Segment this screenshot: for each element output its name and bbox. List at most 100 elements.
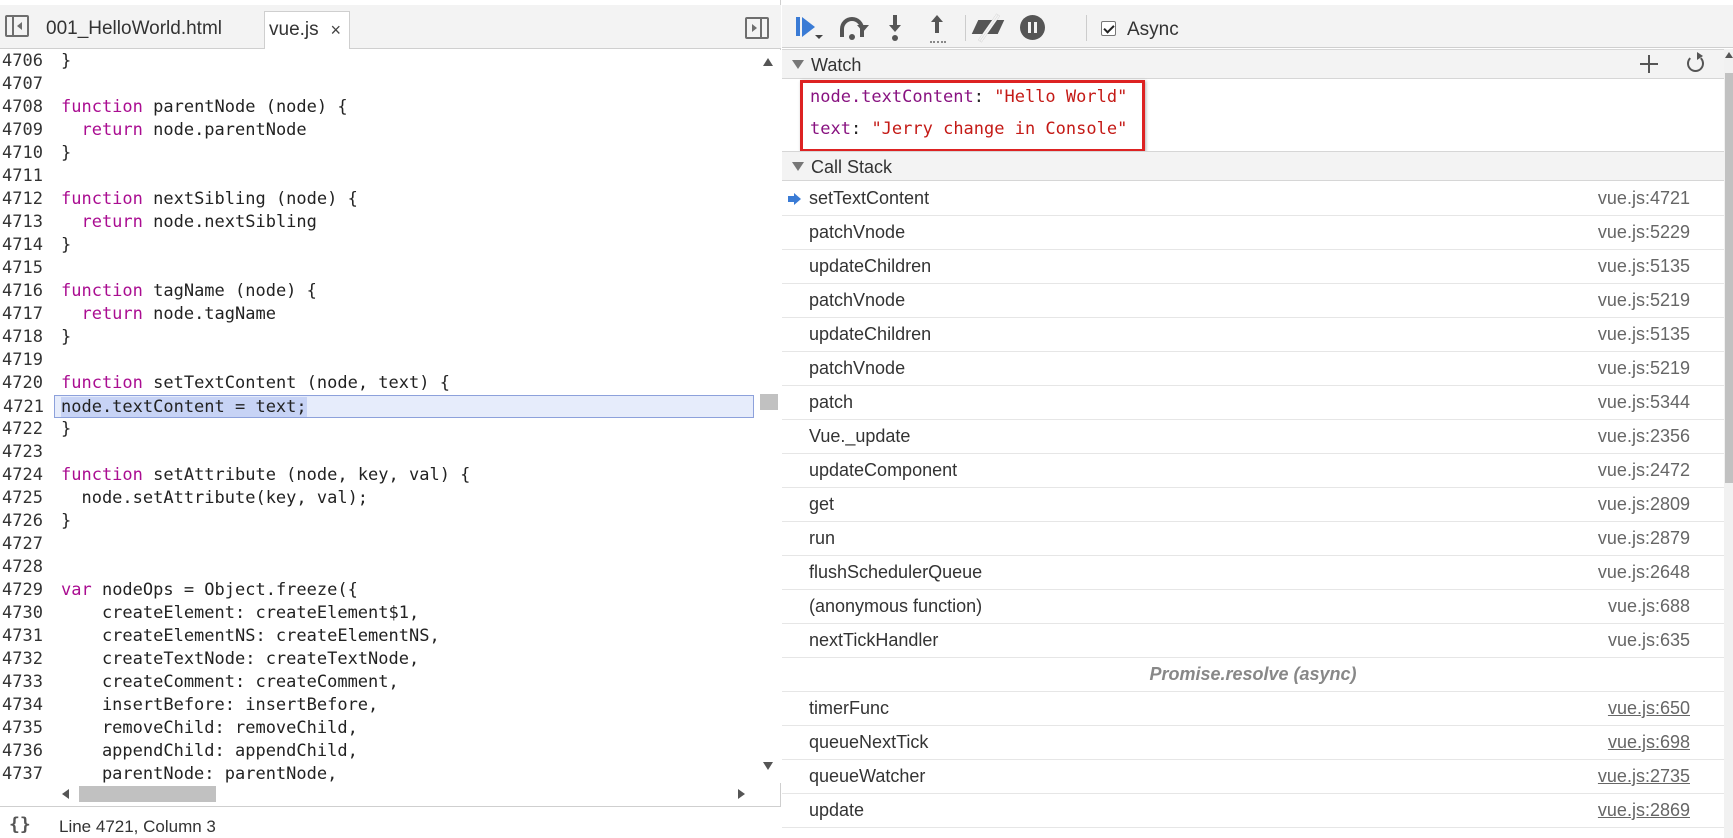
line-number[interactable]: 4737 bbox=[2, 763, 50, 783]
code-line[interactable]: 4712 function nextSibling (node) { bbox=[0, 188, 755, 211]
tab-001-helloworld[interactable]: 001_HelloWorld.html bbox=[46, 11, 222, 49]
frame-location-link[interactable]: vue.js:5219 bbox=[1598, 358, 1690, 379]
code-line[interactable]: 4730 createElement: createElement$1, bbox=[0, 602, 755, 625]
call-frame[interactable]: get vue.js:2809 bbox=[782, 488, 1724, 522]
call-frame[interactable]: flushSchedulerQueue vue.js:2648 bbox=[782, 556, 1724, 590]
line-number[interactable]: 4733 bbox=[2, 671, 50, 694]
line-number[interactable]: 4709 bbox=[2, 119, 50, 142]
step-into-button[interactable] bbox=[880, 13, 910, 43]
vertical-scrollbar[interactable] bbox=[755, 50, 781, 783]
code-line[interactable]: 4715 bbox=[0, 257, 755, 280]
line-number[interactable]: 4734 bbox=[2, 694, 50, 717]
line-number[interactable]: 4711 bbox=[2, 165, 50, 188]
frame-location-link[interactable]: vue.js:2356 bbox=[1598, 426, 1690, 447]
line-number[interactable]: 4726 bbox=[2, 510, 50, 533]
line-number[interactable]: 4732 bbox=[2, 648, 50, 671]
code-line[interactable]: 4733 createComment: createComment, bbox=[0, 671, 755, 694]
scroll-thumb[interactable] bbox=[1725, 73, 1733, 483]
pretty-print-button[interactable]: {} bbox=[9, 814, 31, 835]
scroll-right-icon[interactable] bbox=[738, 789, 745, 799]
code-line[interactable]: 4732 createTextNode: createTextNode, bbox=[0, 648, 755, 671]
frame-location-link[interactable]: vue.js:5219 bbox=[1598, 290, 1690, 311]
code-line[interactable]: 4734 insertBefore: insertBefore, bbox=[0, 694, 755, 717]
call-frame[interactable]: (anonymous function) vue.js:688 bbox=[782, 590, 1724, 624]
call-frame[interactable]: setTextContent vue.js:4721 bbox=[782, 182, 1724, 216]
code-line[interactable]: 4728 bbox=[0, 556, 755, 579]
line-number[interactable]: 4724 bbox=[2, 464, 50, 487]
add-watch-icon[interactable] bbox=[1640, 54, 1660, 74]
line-number[interactable]: 4735 bbox=[2, 717, 50, 740]
code-line[interactable]: 4711 bbox=[0, 165, 755, 188]
call-frame[interactable]: Vue._update vue.js:2356 bbox=[782, 420, 1724, 454]
line-number[interactable]: 4730 bbox=[2, 602, 50, 625]
tab-vue-js[interactable]: vue.js × bbox=[264, 11, 350, 49]
watch-expression[interactable]: text: "Jerry change in Console" bbox=[810, 118, 1127, 141]
pause-on-exceptions-button[interactable] bbox=[1018, 13, 1048, 43]
call-frame[interactable]: patchVnode vue.js:5219 bbox=[782, 352, 1724, 386]
code-line[interactable]: 4735 removeChild: removeChild, bbox=[0, 717, 755, 740]
call-frame[interactable]: queueWatcher vue.js:2735 bbox=[782, 760, 1724, 794]
toggle-debugger-icon[interactable] bbox=[745, 17, 769, 39]
call-frame[interactable]: queueNextTick vue.js:698 bbox=[782, 726, 1724, 760]
line-number[interactable]: 4707 bbox=[2, 73, 50, 96]
call-stack-section-header[interactable]: Call Stack bbox=[782, 151, 1724, 181]
code-line-current[interactable]: 4721 node.textContent = text; bbox=[3, 395, 754, 418]
frame-location-link[interactable]: vue.js:2472 bbox=[1598, 460, 1690, 481]
code-line[interactable]: 4736 appendChild: appendChild, bbox=[0, 740, 755, 763]
frame-location-link[interactable]: vue.js:635 bbox=[1608, 630, 1690, 651]
code-line[interactable]: 4722} bbox=[0, 418, 755, 441]
line-number[interactable]: 4718 bbox=[2, 326, 50, 349]
code-line[interactable]: 4725 node.setAttribute(key, val); bbox=[0, 487, 755, 510]
line-number[interactable]: 4722 bbox=[2, 418, 50, 441]
frame-location-link[interactable]: vue.js:5229 bbox=[1598, 222, 1690, 243]
line-number[interactable]: 4728 bbox=[2, 556, 50, 579]
code-line[interactable]: 4713 return node.nextSibling bbox=[0, 211, 755, 234]
call-frame[interactable]: timerFunc vue.js:650 bbox=[782, 692, 1724, 726]
call-frame[interactable]: updateComponent vue.js:2472 bbox=[782, 454, 1724, 488]
frame-location-link[interactable]: vue.js:5135 bbox=[1598, 324, 1690, 345]
code-line[interactable]: 4716 function tagName (node) { bbox=[0, 280, 755, 303]
code-line[interactable]: 4723 bbox=[0, 441, 755, 464]
code-line[interactable]: 4706} bbox=[0, 50, 755, 73]
line-number[interactable]: 4708 bbox=[2, 96, 50, 119]
line-number[interactable]: 4731 bbox=[2, 625, 50, 648]
line-number[interactable]: 4719 bbox=[2, 349, 50, 372]
toggle-navigator-icon[interactable] bbox=[5, 15, 29, 37]
code-line[interactable]: 4726} bbox=[0, 510, 755, 533]
code-line[interactable]: 4720 function setTextContent (node, text)… bbox=[0, 372, 755, 395]
call-frame[interactable]: nextTickHandler vue.js:635 bbox=[782, 624, 1724, 658]
code-line[interactable]: 4737 parentNode: parentNode, bbox=[0, 763, 755, 783]
line-number[interactable]: 4736 bbox=[2, 740, 50, 763]
call-frame[interactable]: run vue.js:2879 bbox=[782, 522, 1724, 556]
deactivate-breakpoints-button[interactable] bbox=[971, 13, 1005, 43]
line-number[interactable]: 4723 bbox=[2, 441, 50, 464]
frame-location-link[interactable]: vue.js:5135 bbox=[1598, 256, 1690, 277]
line-number[interactable]: 4710 bbox=[2, 142, 50, 165]
step-out-button[interactable] bbox=[922, 13, 952, 43]
code-line[interactable]: 4727 bbox=[0, 533, 755, 556]
code-line[interactable]: 4717 return node.tagName bbox=[0, 303, 755, 326]
frame-location-link[interactable]: vue.js:2735 bbox=[1598, 766, 1690, 787]
async-checkbox[interactable] bbox=[1101, 21, 1116, 36]
code-line[interactable]: 4729 var nodeOps = Object.freeze({ bbox=[0, 579, 755, 602]
line-number[interactable]: 4725 bbox=[2, 487, 50, 510]
code-line[interactable]: 4708 function parentNode (node) { bbox=[0, 96, 755, 119]
code-line[interactable]: 4719 bbox=[0, 349, 755, 372]
step-over-button[interactable] bbox=[838, 13, 869, 43]
line-number[interactable]: 4712 bbox=[2, 188, 50, 211]
call-frame[interactable]: patch vue.js:5344 bbox=[782, 386, 1724, 420]
frame-location-link[interactable]: vue.js:698 bbox=[1608, 732, 1690, 753]
call-frame[interactable]: updateChildren vue.js:5135 bbox=[782, 318, 1724, 352]
scroll-down-icon[interactable] bbox=[763, 762, 773, 770]
call-frame[interactable]: update vue.js:2869 bbox=[782, 794, 1724, 828]
code-line[interactable]: 4714} bbox=[0, 234, 755, 257]
code-line[interactable]: 4710} bbox=[0, 142, 755, 165]
line-number[interactable]: 4714 bbox=[2, 234, 50, 257]
line-number[interactable]: 4715 bbox=[2, 257, 50, 280]
frame-location-link[interactable]: vue.js:2809 bbox=[1598, 494, 1690, 515]
code-line[interactable]: 4724 function setAttribute (node, key, va… bbox=[0, 464, 755, 487]
scroll-up-icon[interactable] bbox=[1725, 52, 1733, 58]
frame-location-link[interactable]: vue.js:650 bbox=[1608, 698, 1690, 719]
call-frame[interactable]: patchVnode vue.js:5229 bbox=[782, 216, 1724, 250]
code-editor[interactable]: 4706} 4707 4708 function parentNode (node) … bbox=[0, 50, 755, 783]
